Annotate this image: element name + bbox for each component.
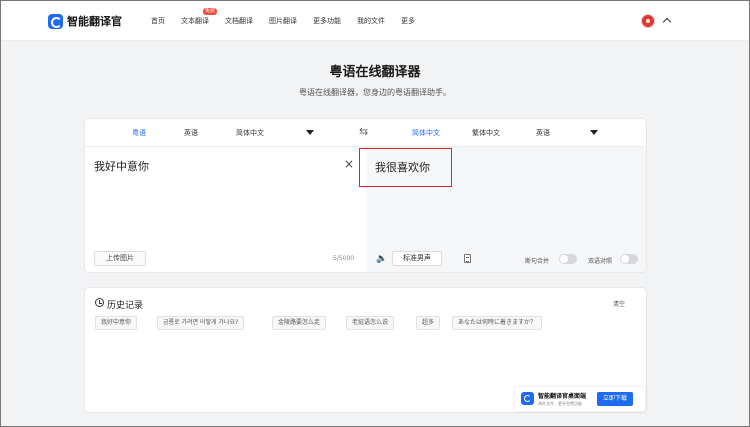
history-item[interactable]: 老挝语怎么说 <box>346 316 395 330</box>
main-nav: 首页 文本翻译 免费 文档翻译 图片翻译 更多功能 我的文件 更多 <box>151 8 431 26</box>
source-lang-cantonese[interactable]: 粤语 <box>132 128 146 138</box>
copy-icon[interactable] <box>464 254 471 263</box>
history-item[interactable]: 我好中意你 <box>95 316 138 330</box>
close-icon[interactable]: × <box>344 157 354 171</box>
user-avatar[interactable] <box>641 14 655 28</box>
nav-text-translate-label: 文本翻译 <box>181 17 209 25</box>
page-subtitle: 粤语在线翻译器，您身边的粤语翻译助手。 <box>299 88 451 97</box>
nav-my-files[interactable]: 我的文件 <box>357 16 385 26</box>
source-text-input[interactable]: 我好中意你 <box>94 158 149 174</box>
translator-panel: 粤语 英语 简体中文 ⇆ 简体中文 繁体中文 英语 我好中意你 × 上传图片 5… <box>84 118 647 273</box>
clear-history-button[interactable]: 清空 <box>613 299 625 308</box>
target-lang-english[interactable]: 英语 <box>536 128 550 138</box>
history-item[interactable]: 금룡로 가려면 어떻게 가나요? <box>157 316 245 330</box>
page-title: 粤语在线翻译器 <box>329 65 421 80</box>
free-badge: 免费 <box>203 8 218 15</box>
history-title: 历史记录 <box>107 301 144 311</box>
bilingual-label: 双语对照 <box>588 258 613 265</box>
target-lang-dropdown-icon[interactable] <box>590 130 598 135</box>
promo-subtitle: 海外文件、更多免费功能 <box>538 401 582 406</box>
app-logo-icon <box>521 392 534 405</box>
nav-text-translate[interactable]: 文本翻译 免费 <box>181 8 218 26</box>
history-icon <box>95 298 104 307</box>
bilingual-toggle[interactable] <box>620 254 638 264</box>
upload-image-button[interactable]: 上传图片 <box>94 251 146 266</box>
nav-doc-translate[interactable]: 文档翻译 <box>225 16 253 26</box>
download-button[interactable]: 立即下载 <box>597 392 633 406</box>
highlight-box <box>359 148 452 187</box>
desktop-app-promo: 智能翻译官桌面端 海外文件、更多免费功能 立即下载 <box>515 387 645 411</box>
voice-select[interactable]: 标准男声 <box>392 251 442 266</box>
nav-more-features[interactable]: 更多功能 <box>313 16 341 26</box>
history-item[interactable]: 超多 <box>416 316 441 330</box>
nav-home[interactable]: 首页 <box>151 16 165 26</box>
swap-languages-icon[interactable]: ⇆ <box>359 125 368 138</box>
nav-more[interactable]: 更多 <box>401 16 415 26</box>
logo-text: 智能翻译官 <box>67 15 122 28</box>
language-bar: 粤语 英语 简体中文 ⇆ 简体中文 繁体中文 英语 <box>85 119 646 147</box>
merge-sentences-toggle[interactable] <box>559 254 577 264</box>
source-lang-english[interactable]: 英语 <box>184 128 198 138</box>
history-item[interactable]: 金陵路要怎么走 <box>272 316 327 330</box>
logo[interactable]: 智能翻译官 <box>48 13 122 29</box>
nav-image-translate[interactable]: 图片翻译 <box>269 16 297 26</box>
promo-title: 智能翻译官桌面端 <box>538 393 587 400</box>
source-lang-dropdown-icon[interactable] <box>306 130 314 135</box>
target-lang-traditional-chinese[interactable]: 繁体中文 <box>472 128 500 138</box>
logo-icon <box>48 13 63 29</box>
target-lang-simplified-chinese[interactable]: 简体中文 <box>412 128 440 138</box>
chevron-up-icon[interactable] <box>662 17 672 27</box>
top-navbar: 智能翻译官 首页 文本翻译 免费 文档翻译 图片翻译 更多功能 我的文件 更多 <box>1 1 749 41</box>
merge-sentences-label: 断句合并 <box>525 258 550 265</box>
speaker-icon[interactable]: 🔈 <box>376 254 387 264</box>
source-lang-simplified-chinese[interactable]: 简体中文 <box>236 128 264 138</box>
char-count: 5/5000 <box>333 255 355 262</box>
history-item[interactable]: あなたは何時に着きますか？ <box>452 316 543 330</box>
